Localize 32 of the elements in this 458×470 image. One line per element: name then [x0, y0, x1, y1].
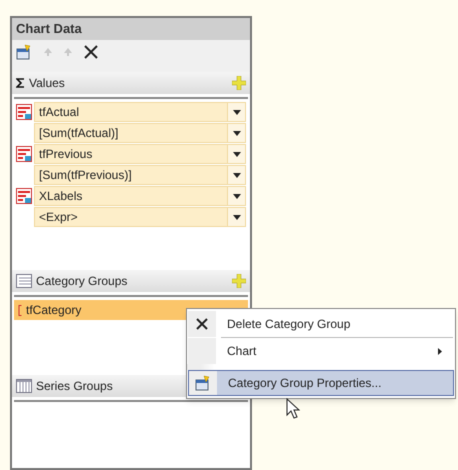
- group-label: tfCategory: [26, 302, 82, 319]
- sigma-icon: [16, 78, 25, 88]
- bracket-icon: [18, 304, 22, 316]
- dropdown-caret-icon[interactable]: [232, 152, 240, 156]
- dropdown-caret-icon[interactable]: [232, 172, 240, 178]
- columns-icon: [16, 379, 32, 393]
- value-field[interactable]: tfPrevious: [34, 144, 246, 164]
- dropdown-caret-icon[interactable]: [232, 194, 240, 198]
- properties-icon: [195, 375, 211, 391]
- dropdown-caret-icon[interactable]: [232, 130, 240, 136]
- value-field[interactable]: XLabels: [34, 186, 246, 206]
- field-icon: [16, 188, 32, 204]
- dropdown-caret-icon[interactable]: [232, 110, 240, 114]
- expression-field[interactable]: <Expr>: [34, 207, 246, 227]
- expression-field[interactable]: [Sum(tfPrevious)]: [34, 165, 246, 185]
- section-title: Series Groups: [36, 378, 113, 395]
- section-title: Category Groups: [36, 273, 128, 290]
- dropdown-caret-icon[interactable]: [232, 214, 240, 220]
- properties-icon: [16, 44, 32, 60]
- menu-item[interactable]: Category Group Properties...: [188, 370, 454, 396]
- expression-field[interactable]: [Sum(tfActual)]: [34, 123, 246, 143]
- menu-item[interactable]: Chart: [188, 338, 454, 364]
- delete-icon[interactable]: [84, 45, 98, 59]
- close-icon: [196, 318, 208, 330]
- field-icon: [16, 104, 32, 120]
- menu-item[interactable]: Delete Category Group: [188, 311, 454, 337]
- value-field[interactable]: tfActual: [34, 102, 246, 122]
- section-title: Values: [29, 75, 65, 92]
- field-icon: [16, 146, 32, 162]
- submenu-arrow-icon: [438, 348, 442, 354]
- panel-title: Chart Data: [16, 20, 82, 38]
- list-icon: [16, 274, 32, 288]
